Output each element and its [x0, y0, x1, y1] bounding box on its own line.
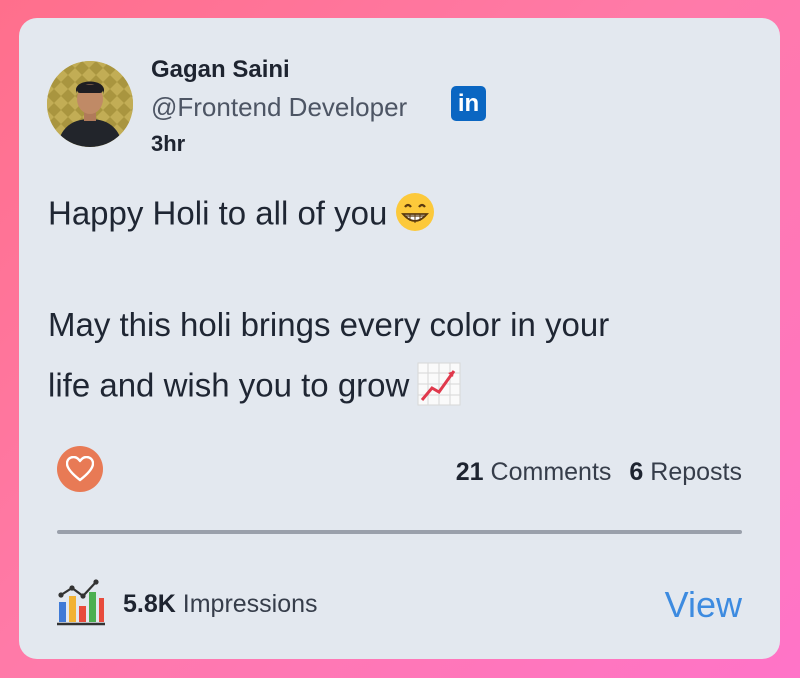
- comments-link[interactable]: 21 Comments: [456, 458, 612, 486]
- post-text: life and wish you to grow: [48, 366, 410, 404]
- reposts-link[interactable]: 6 Reposts: [629, 458, 742, 486]
- post-text-line: May this holi brings every color in your: [48, 306, 610, 343]
- divider: [57, 530, 742, 534]
- post-text-line: life and wish you to grow: [48, 362, 461, 414]
- impressions-label: Impressions: [182, 590, 318, 618]
- impressions-count: 5.8K: [123, 590, 176, 618]
- reposts-count: 6: [629, 458, 644, 486]
- like-button[interactable]: [57, 446, 103, 492]
- post-card: Gagan Saini @Frontend Developer in 3hr H…: [19, 18, 780, 659]
- engagement-stats: 21 Comments 6 Reposts: [456, 458, 742, 487]
- comments-label: Comments: [490, 458, 612, 486]
- post-text: Happy Holi to all of you: [48, 194, 388, 232]
- grinning-face-icon: [395, 192, 435, 240]
- analytics-chart-icon: [56, 578, 106, 633]
- post-time: 3hr: [151, 131, 186, 156]
- linkedin-icon[interactable]: in: [451, 86, 486, 121]
- author-name[interactable]: Gagan Saini: [151, 56, 290, 84]
- impressions-stat: 5.8K Impressions: [123, 590, 318, 619]
- view-link[interactable]: View: [665, 584, 742, 626]
- author-handle: @Frontend Developer: [151, 92, 408, 122]
- comments-count: 21: [455, 458, 484, 486]
- heart-icon: [66, 456, 94, 482]
- reposts-label: Reposts: [650, 458, 742, 486]
- post-text-line: Happy Holi to all of you: [48, 192, 435, 240]
- chart-increasing-icon: [417, 362, 461, 414]
- avatar[interactable]: [47, 61, 133, 147]
